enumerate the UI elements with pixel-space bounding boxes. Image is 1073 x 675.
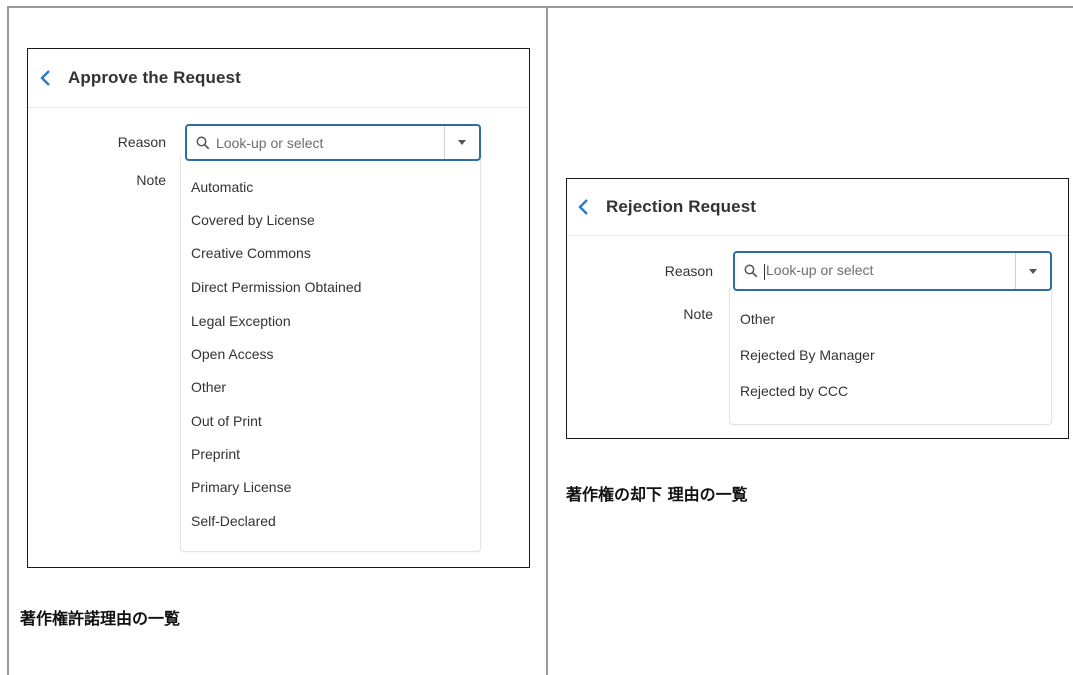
dropdown-toggle[interactable] <box>444 126 479 159</box>
caret-down-icon <box>1029 268 1037 274</box>
dropdown-toggle[interactable] <box>1015 253 1050 289</box>
chevron-left-icon[interactable] <box>577 199 591 215</box>
reason-options-list: Automatic Covered by License Creative Co… <box>180 157 481 552</box>
search-icon <box>744 264 758 278</box>
reason-label: Reason <box>664 263 713 279</box>
list-item[interactable]: Creative Commons <box>191 245 311 261</box>
search-input[interactable]: Look-up or select <box>216 135 444 151</box>
note-label: Note <box>683 306 713 322</box>
list-item[interactable]: Open Access <box>191 346 274 362</box>
note-label: Note <box>136 172 166 188</box>
panel-title: Rejection Request <box>606 197 757 216</box>
list-item[interactable]: Covered by License <box>191 212 315 228</box>
rejection-request-header: Rejection Request <box>567 179 1068 236</box>
list-item[interactable]: Self-Declared <box>191 513 276 529</box>
rejection-request-panel: Rejection Request Reason Note Other Reje… <box>566 178 1069 439</box>
table-border-top <box>7 6 1073 8</box>
approve-request-header: Approve the Request <box>28 49 529 108</box>
reason-options-list: Other Rejected By Manager Rejected by CC… <box>729 287 1052 425</box>
list-item[interactable]: Primary License <box>191 479 291 495</box>
chevron-left-icon[interactable] <box>39 70 53 86</box>
approve-caption: 著作権許諾理由の一覧 <box>20 609 181 628</box>
search-icon <box>196 136 210 150</box>
list-item[interactable]: Rejected By Manager <box>740 347 875 363</box>
table-border-middle <box>546 6 548 675</box>
reason-select[interactable]: Look-up or select <box>733 251 1052 291</box>
list-item[interactable]: Legal Exception <box>191 313 291 329</box>
text-cursor <box>764 263 765 280</box>
list-item[interactable]: Other <box>191 379 226 395</box>
list-item[interactable]: Direct Permission Obtained <box>191 279 361 295</box>
list-item[interactable]: Preprint <box>191 446 240 462</box>
panel-title: Approve the Request <box>68 68 241 87</box>
list-item[interactable]: Rejected by CCC <box>740 383 848 399</box>
rejection-caption: 著作権の却下 理由の一覧 <box>566 485 748 504</box>
table-border-left <box>7 6 9 675</box>
list-item[interactable]: Automatic <box>191 179 253 195</box>
reason-select[interactable]: Look-up or select <box>185 124 481 161</box>
reason-label: Reason <box>117 134 166 150</box>
approve-request-panel: Approve the Request Reason Note Automati… <box>27 48 530 568</box>
list-item[interactable]: Other <box>740 311 775 327</box>
search-input[interactable]: Look-up or select <box>764 262 1015 280</box>
list-item[interactable]: Out of Print <box>191 413 262 429</box>
search-placeholder: Look-up or select <box>766 262 874 279</box>
caret-down-icon <box>458 140 466 145</box>
